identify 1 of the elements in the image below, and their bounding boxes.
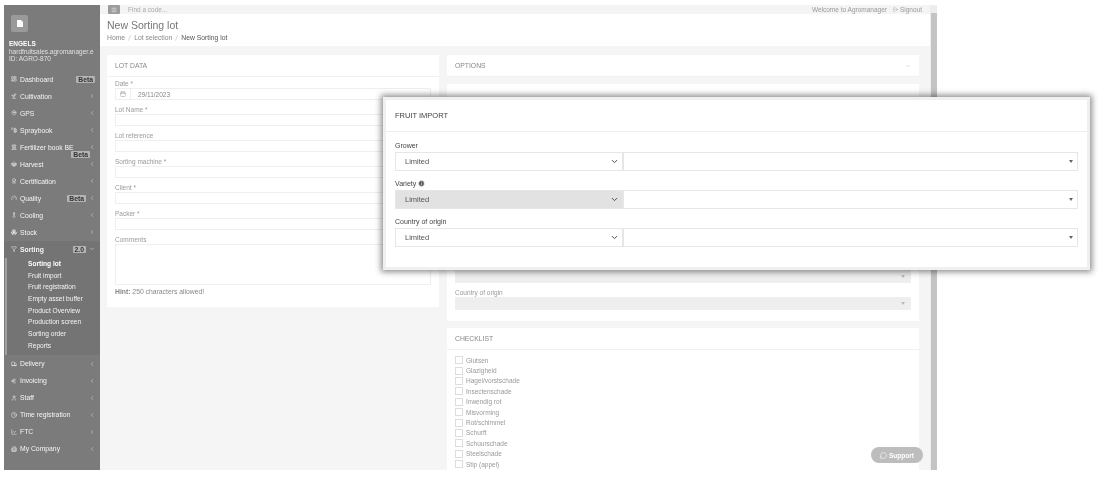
page-title: New Sorting lot — [107, 19, 180, 31]
